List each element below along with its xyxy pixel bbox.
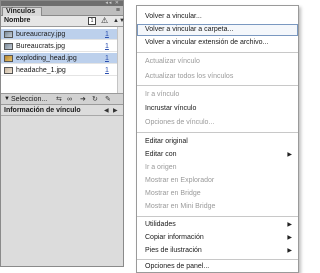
menu-item-embed-link[interactable]: Incrustar vínculo (137, 103, 298, 115)
disclosure-triangle-icon[interactable]: ▼ (4, 96, 10, 103)
menu-item-copy-info[interactable]: Copiar información ▶ (137, 232, 298, 244)
page-link[interactable]: 1 (105, 54, 109, 63)
list-scrollbar[interactable] (117, 27, 123, 93)
menu-separator (137, 259, 298, 260)
chain-link-icon[interactable]: ∞ (67, 96, 72, 103)
menu-separator (137, 132, 298, 133)
menu-item-go-to-source[interactable]: Ir a origen (137, 162, 298, 174)
menu-item-panel-options[interactable]: Opciones de panel... (137, 261, 298, 273)
menu-separator (137, 216, 298, 217)
submenu-arrow-icon: ▶ (287, 248, 292, 254)
menu-item-utilities[interactable]: Utilidades ▶ (137, 219, 298, 231)
menu-item-edit-with[interactable]: Editar con ▶ (137, 149, 298, 161)
submenu-arrow-icon: ▶ (287, 152, 292, 158)
links-panel: ◂◂ ✕ Vínculos ≡ Nombre 1 ⚠ ▲▼ bureaucrac… (0, 0, 125, 267)
menu-item-label: Utilidades (145, 221, 176, 228)
links-list: bureaucracy.jpg 1 Bureaucrats.jpg 1 expl… (1, 27, 123, 93)
menu-item-relink-to-folder[interactable]: Volver a vincular a carpeta... (137, 24, 298, 36)
relink-cc-icon[interactable]: ⇆ (56, 96, 62, 103)
warning-icon[interactable]: ⚠ (101, 17, 108, 25)
file-name: Bureaucrats.jpg (16, 43, 66, 50)
edit-original-icon[interactable]: ✎ (105, 96, 111, 103)
previous-icon[interactable]: ◀ (104, 107, 109, 115)
panel-menu-icon[interactable]: ≡ (116, 7, 120, 15)
file-name: headache_1.jpg (16, 67, 66, 74)
image-thumbnail-icon (4, 67, 13, 74)
menu-item-relink[interactable]: Volver a vincular... (137, 11, 298, 23)
page-icon[interactable]: 1 (88, 17, 96, 25)
file-name: exploding_head.jpg (16, 55, 77, 62)
menu-item-captions[interactable]: Pies de ilustración ▶ (137, 245, 298, 257)
submenu-arrow-icon: ▶ (287, 222, 292, 228)
file-name: bureaucracy.jpg (16, 31, 66, 38)
menu-item-link-options[interactable]: Opciones de vínculo... (137, 117, 298, 129)
list-item[interactable]: exploding_head.jpg 1 (1, 53, 123, 64)
menu-item-go-to-link[interactable]: Ir a vínculo (137, 89, 298, 101)
menu-item-label: Pies de ilustración (145, 247, 202, 254)
context-menu: Volver a vincular... Volver a vincular a… (136, 5, 299, 273)
page-link[interactable]: 1 (105, 66, 109, 75)
menu-item-relink-file-extension[interactable]: Volver a vincular extensión de archivo..… (137, 37, 298, 49)
image-thumbnail-icon (4, 31, 13, 38)
menu-separator (137, 52, 298, 53)
menu-item-reveal-in-mini-bridge[interactable]: Mostrar en Mini Bridge (137, 201, 298, 213)
link-info-title: Información de vínculo (4, 107, 81, 114)
image-thumbnail-icon (4, 55, 13, 62)
links-toolbar: ▼ Seleccion... ⇆ ∞ ➜ ↻ ✎ (1, 93, 123, 105)
column-name-label[interactable]: Nombre (4, 17, 30, 24)
list-item[interactable]: Bureaucrats.jpg 1 (1, 41, 123, 52)
selection-label: Seleccion... (11, 96, 48, 103)
menu-item-label: Copiar información (145, 234, 204, 241)
menu-item-update-link[interactable]: Actualizar vínculo (137, 56, 298, 68)
next-icon[interactable]: ▶ (113, 107, 118, 115)
tab-links[interactable]: Vínculos (2, 7, 42, 16)
link-info-header: Información de vínculo ◀ ▶ (1, 105, 123, 116)
column-header: Nombre 1 ⚠ ▲▼ (1, 16, 125, 27)
menu-item-update-all-links[interactable]: Actualizar todos los vínculos (137, 71, 298, 83)
menu-separator (137, 85, 298, 86)
menu-item-reveal-in-explorer[interactable]: Mostrar en Explorador (137, 175, 298, 187)
menu-item-edit-original[interactable]: Editar original (137, 136, 298, 148)
submenu-arrow-icon: ▶ (287, 235, 292, 241)
menu-item-reveal-in-bridge[interactable]: Mostrar en Bridge (137, 188, 298, 200)
list-item[interactable]: bureaucracy.jpg 1 (1, 29, 123, 40)
update-link-icon[interactable]: ↻ (92, 96, 98, 103)
go-to-link-icon[interactable]: ➜ (80, 96, 86, 103)
panel-tab-bar: Vínculos ≡ (1, 6, 123, 16)
menu-item-label: Editar con (145, 151, 177, 158)
page-link[interactable]: 1 (105, 42, 109, 51)
link-info-section: Información de vínculo ◀ ▶ (1, 105, 123, 266)
sort-icon[interactable]: ▲▼ (113, 17, 125, 25)
list-item[interactable]: headache_1.jpg 1 (1, 65, 123, 76)
image-thumbnail-icon (4, 43, 13, 50)
page-link[interactable]: 1 (105, 30, 109, 39)
